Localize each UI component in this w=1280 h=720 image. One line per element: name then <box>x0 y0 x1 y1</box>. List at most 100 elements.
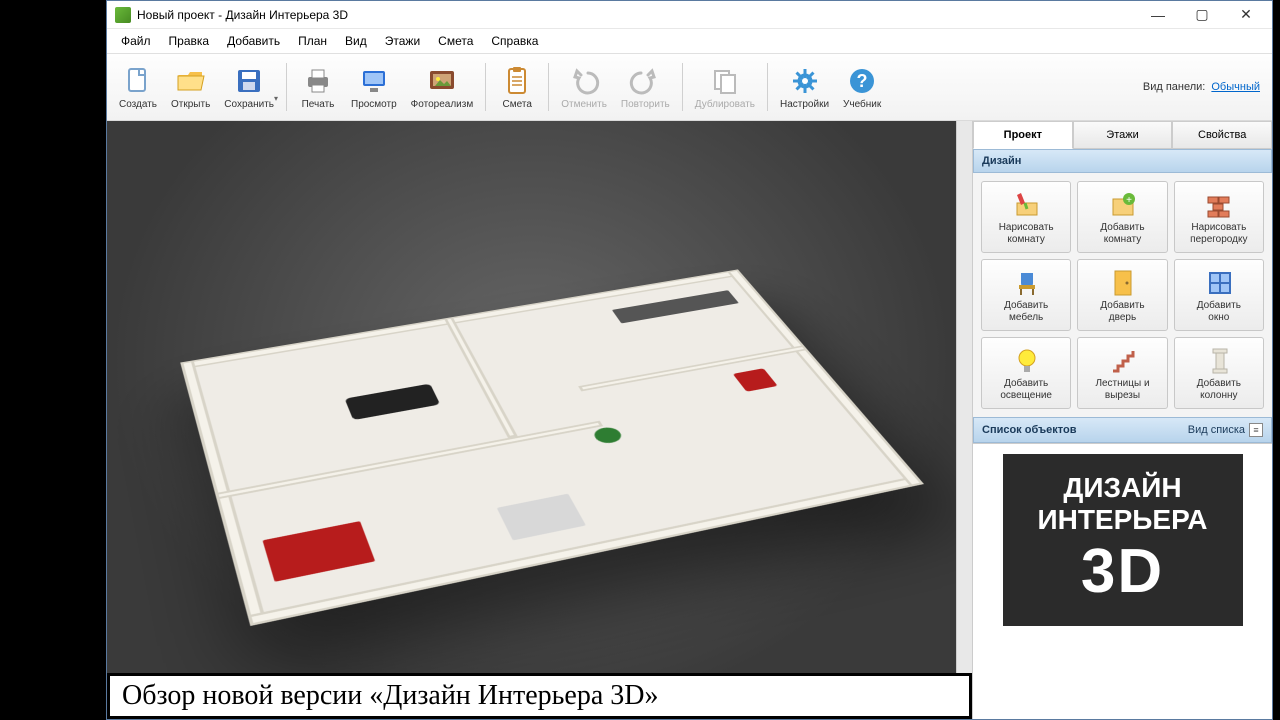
minimize-button[interactable]: — <box>1136 3 1180 27</box>
letterbox-left <box>0 0 106 720</box>
stairs-icon <box>1107 345 1137 375</box>
window-title: Новый проект - Дизайн Интерьера 3D <box>137 8 1136 22</box>
floppy-icon <box>233 65 265 97</box>
menu-edit[interactable]: Правка <box>161 31 218 51</box>
titlebar: Новый проект - Дизайн Интерьера 3D — ▢ ✕ <box>107 1 1272 29</box>
viewport-3d[interactable] <box>107 121 956 719</box>
grid-label: Добавитькомнату <box>1100 222 1144 245</box>
toolbar-file-new-button[interactable]: Создать <box>113 58 163 116</box>
toolbar-clipboard-calc-button[interactable]: Смета <box>492 58 542 116</box>
section-design-header: Дизайн <box>973 149 1272 173</box>
brand-banner: ДИЗАЙН ИНТЕРЬЕРА 3D <box>1003 454 1243 626</box>
toolbar-label: Повторить <box>621 99 670 110</box>
menu-view[interactable]: Вид <box>337 31 375 51</box>
toolbar: Создать Открыть Сохранить Печать Просмотр Фот… <box>107 54 1272 121</box>
list-view-label: Вид списка <box>1188 424 1245 436</box>
toolbar-monitor-button[interactable]: Просмотр <box>345 58 403 116</box>
toolbar-label: Печать <box>302 99 335 110</box>
design-stairs-button[interactable]: Лестницы ивырезы <box>1077 337 1167 409</box>
add-room-icon: + <box>1107 189 1137 219</box>
panel-view-label: Вид панели: <box>1143 81 1205 93</box>
door-icon <box>1107 267 1137 297</box>
banner-line2: ИНТЕРЬЕРА <box>1017 504 1229 536</box>
toolbar-help-button[interactable]: ? Учебник <box>837 58 887 116</box>
menu-help[interactable]: Справка <box>483 31 546 51</box>
toolbar-duplicate-button: Дублировать <box>689 58 761 116</box>
svg-text:?: ? <box>857 71 868 91</box>
column-icon <box>1204 345 1234 375</box>
design-column-button[interactable]: Добавитьколонну <box>1174 337 1264 409</box>
toolbar-undo-button: Отменить <box>555 58 613 116</box>
maximize-button[interactable]: ▢ <box>1180 3 1224 27</box>
toolbar-label: Открыть <box>171 99 210 110</box>
tab-properties[interactable]: Свойства <box>1172 121 1272 149</box>
toolbar-folder-open-button[interactable]: Открыть <box>165 58 216 116</box>
clipboard-calc-icon <box>501 65 533 97</box>
menu-add[interactable]: Добавить <box>219 31 288 51</box>
design-door-button[interactable]: Добавитьдверь <box>1077 259 1167 331</box>
design-add-room-button[interactable]: + Добавитькомнату <box>1077 181 1167 253</box>
folder-open-icon <box>175 65 207 97</box>
toolbar-label: Сохранить <box>224 99 274 110</box>
toolbar-label: Просмотр <box>351 99 397 110</box>
grid-label: Лестницы ивырезы <box>1095 378 1149 401</box>
toolbar-separator <box>548 63 549 111</box>
section-objects-title: Список объектов <box>982 424 1076 436</box>
section-objects-header: Список объектов Вид списка ≡ <box>973 417 1272 443</box>
toolbar-label: Учебник <box>843 99 881 110</box>
toolbar-label: Дублировать <box>695 99 755 110</box>
panel-view-link[interactable]: Обычный <box>1211 81 1260 93</box>
close-button[interactable]: ✕ <box>1224 3 1268 27</box>
gear-icon <box>789 65 821 97</box>
toolbar-redo-button: Повторить <box>615 58 676 116</box>
toolbar-label: Отменить <box>561 99 607 110</box>
viewport-scrollbar[interactable] <box>956 121 972 719</box>
app-icon <box>115 7 131 23</box>
design-brick-wall-button[interactable]: Нарисоватьперегородку <box>1174 181 1264 253</box>
grid-label: Добавитьокно <box>1197 300 1241 323</box>
floorplan-model <box>180 269 924 626</box>
design-lightbulb-button[interactable]: Добавитьосвещение <box>981 337 1071 409</box>
design-brush-room-button[interactable]: Нарисоватькомнату <box>981 181 1071 253</box>
chair-icon <box>1011 267 1041 297</box>
caption-text: Обзор новой версии «Дизайн Интерьера 3D» <box>122 680 659 711</box>
grid-label: Добавитьколонну <box>1197 378 1241 401</box>
design-tool-grid: Нарисоватькомнату + Добавитькомнату Нарисов… <box>973 173 1272 417</box>
grid-label: Нарисоватькомнату <box>999 222 1054 245</box>
toolbar-label: Создать <box>119 99 157 110</box>
toolbar-label: Смета <box>503 99 532 110</box>
video-caption: Обзор новой версии «Дизайн Интерьера 3D» <box>107 673 972 719</box>
menubar: Файл Правка Добавить План Вид Этажи Смет… <box>107 29 1272 54</box>
banner-line1: ДИЗАЙН <box>1017 472 1229 504</box>
undo-icon <box>568 65 600 97</box>
toolbar-printer-button[interactable]: Печать <box>293 58 343 116</box>
toolbar-separator <box>767 63 768 111</box>
toolbar-label: Фотореализм <box>411 99 474 110</box>
menu-plan[interactable]: План <box>290 31 335 51</box>
object-list: ДИЗАЙН ИНТЕРЬЕРА 3D <box>973 443 1272 719</box>
design-chair-button[interactable]: Добавитьмебель <box>981 259 1071 331</box>
menu-floors[interactable]: Этажи <box>377 31 428 51</box>
file-new-icon <box>122 65 154 97</box>
app-window: Новый проект - Дизайн Интерьера 3D — ▢ ✕… <box>106 0 1273 720</box>
brush-room-icon <box>1011 189 1041 219</box>
grid-label: Добавитьмебель <box>1004 300 1048 323</box>
design-window-button[interactable]: Добавитьокно <box>1174 259 1264 331</box>
tab-floors[interactable]: Этажи <box>1073 121 1173 149</box>
side-panel: Проект Этажи Свойства Дизайн Нарисоватьк… <box>972 121 1272 719</box>
toolbar-gear-button[interactable]: Настройки <box>774 58 835 116</box>
svg-text:+: + <box>1127 195 1133 206</box>
toolbar-floppy-button[interactable]: Сохранить <box>218 58 280 116</box>
monitor-icon <box>358 65 390 97</box>
section-design-title: Дизайн <box>982 155 1021 167</box>
grid-label: Добавитьосвещение <box>1000 378 1052 401</box>
menu-estimate[interactable]: Смета <box>430 31 481 51</box>
menu-file[interactable]: Файл <box>113 31 159 51</box>
tab-project[interactable]: Проект <box>973 121 1073 149</box>
toolbar-separator <box>682 63 683 111</box>
list-view-config-icon[interactable]: ≡ <box>1249 423 1263 437</box>
toolbar-photoreal-button[interactable]: Фотореализм <box>405 58 480 116</box>
photoreal-icon <box>426 65 458 97</box>
help-icon: ? <box>846 65 878 97</box>
redo-icon <box>629 65 661 97</box>
